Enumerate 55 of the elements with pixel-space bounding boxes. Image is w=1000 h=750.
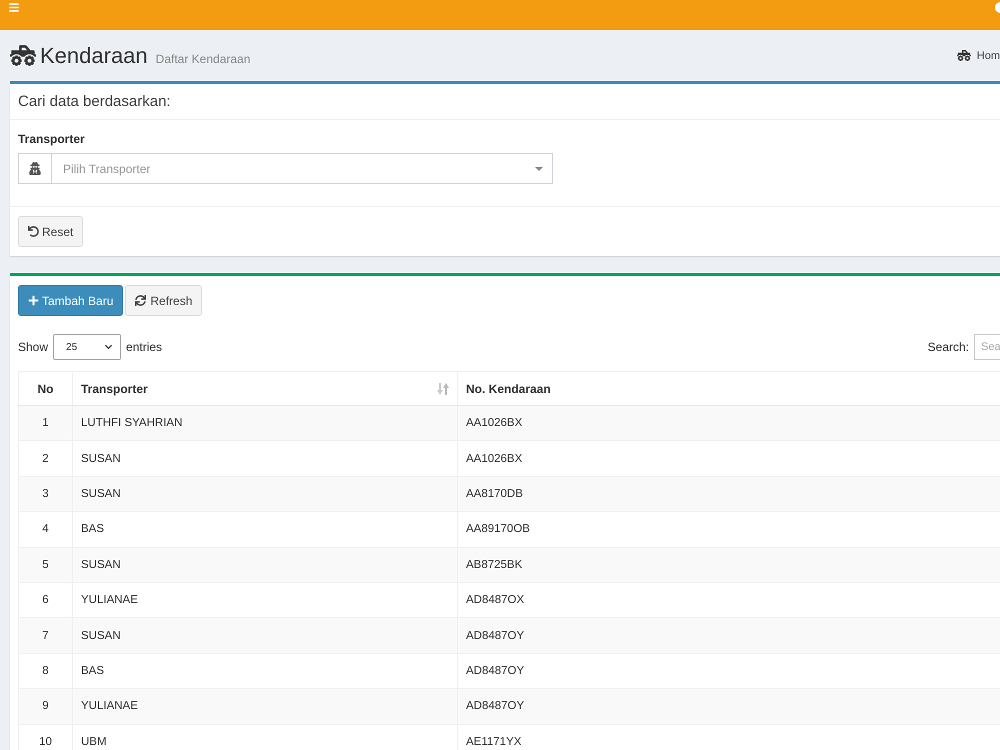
table-cell: SUSAN [72, 547, 458, 582]
table-cell: 8 [18, 653, 72, 689]
caret-icon [535, 166, 543, 170]
field-label: Transporter [18, 132, 86, 146]
entries-select[interactable]: 25 [53, 334, 122, 360]
table-cell: YULIANAE [72, 688, 458, 724]
refresh-icon [135, 294, 148, 306]
chevron-down-icon [104, 343, 114, 351]
show-label: Show [18, 340, 48, 354]
table-cell: AD8487OX [458, 582, 1000, 618]
entries-label: entries [126, 340, 162, 354]
table-cell: 2 [18, 440, 72, 476]
breadcrumb-link[interactable]: Hom [956, 50, 1000, 62]
table-cell: 10 [18, 724, 72, 750]
search-label: Search: [928, 340, 969, 354]
plus-icon [28, 295, 39, 306]
truck-icon [956, 50, 971, 61]
table-cell: 4 [18, 512, 72, 548]
add-button[interactable]: Tambah Baru [18, 285, 124, 316]
column-header: Transporter [81, 382, 148, 396]
table-cell: 7 [18, 618, 72, 654]
table-cell: AB8725BK [458, 547, 1000, 582]
column-header: No. Kendaraan [466, 382, 551, 396]
table-cell: 5 [18, 547, 72, 582]
user-secret-icon [29, 162, 41, 175]
table-cell: AD8487OY [458, 653, 1000, 689]
refresh-button[interactable]: Refresh [125, 285, 202, 316]
table-cell: AD8487OY [458, 688, 1000, 724]
table-cell: SUSAN [72, 618, 458, 654]
table-cell: 1 [18, 406, 72, 441]
column-header: No [38, 382, 54, 396]
page-subtitle: Daftar Kendaraan [156, 52, 250, 66]
table-cell: BAS [72, 653, 458, 689]
table-cell: 3 [18, 476, 72, 512]
table-cell: AD8487OY [458, 618, 1000, 654]
reset-button[interactable]: Reset [18, 216, 84, 247]
table-cell: SUSAN [72, 476, 458, 512]
table-cell: LUTHFI SYAHRIAN [72, 406, 458, 441]
undo-icon [28, 226, 39, 237]
table-cell: YULIANAE [72, 582, 458, 618]
table-cell: AE1171YX [458, 724, 1000, 750]
table-cell: AA1026BX [458, 440, 1000, 476]
table-cell: BAS [72, 512, 458, 548]
sort-icon[interactable] [437, 382, 449, 394]
page-title: Kendaraan [40, 44, 148, 66]
table-cell: SUSAN [72, 440, 458, 476]
table-cell: 6 [18, 582, 72, 618]
panel-title: Cari data berdasarkan: [18, 93, 171, 110]
table-cell: AA1026BX [458, 406, 1000, 441]
truck-icon [10, 45, 36, 66]
table-cell: AA89170OB [458, 512, 1000, 548]
table-cell: 9 [18, 688, 72, 724]
table-cell: UBM [72, 724, 458, 750]
menu-icon[interactable] [8, 2, 20, 13]
table-cell: AA8170DB [458, 476, 1000, 512]
